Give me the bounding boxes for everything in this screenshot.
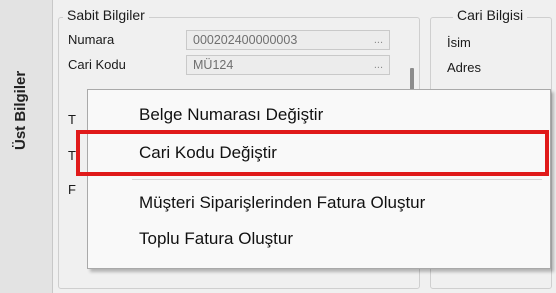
numara-label: Numara [68, 32, 115, 47]
cari-bilgisi-title: Cari Bilgisi [453, 7, 528, 23]
side-tab-label: Üst Bilgiler [12, 70, 29, 150]
scrollbar-thumb[interactable] [410, 68, 414, 90]
adres-label: Adres [447, 60, 481, 75]
menu-item-toplu-fatura-olustur[interactable]: Toplu Fatura Oluştur [88, 224, 550, 254]
menu-item-musteri-siparislerinden-fatura-olustur[interactable]: Müşteri Siparişlerinden Fatura Oluştur [88, 188, 550, 218]
side-tab-ust-bilgiler[interactable]: Üst Bilgiler [0, 0, 53, 293]
isim-label: İsim [447, 35, 471, 50]
menu-item-label: Toplu Fatura Oluştur [139, 229, 294, 248]
partial-label-2: T [68, 148, 76, 163]
cari-kodu-value: MÜ124 [193, 58, 234, 72]
menu-item-label: Belge Numarası Değiştir [139, 105, 324, 124]
sabit-bilgiler-title: Sabit Bilgiler [63, 7, 149, 23]
cari-kodu-lookup-button[interactable]: ... [374, 56, 383, 74]
numara-lookup-button[interactable]: ... [374, 31, 383, 49]
menu-item-label: Müşteri Siparişlerinden Fatura Oluştur [139, 193, 426, 212]
partial-label-3: F [68, 182, 76, 197]
context-menu: Belge Numarası Değiştir Cari Kodu Değişt… [87, 89, 551, 269]
menu-item-label: Cari Kodu Değiştir [139, 143, 277, 162]
menu-item-belge-numarasi-degistir[interactable]: Belge Numarası Değiştir [88, 100, 550, 130]
menu-separator [132, 179, 542, 180]
cari-kodu-field[interactable]: MÜ124 ... [186, 55, 390, 75]
partial-label-1: T [68, 112, 76, 127]
numara-field[interactable]: 000202400000003 ... [186, 30, 390, 50]
cari-kodu-label: Cari Kodu [68, 57, 126, 72]
numara-value: 000202400000003 [193, 33, 298, 47]
menu-item-cari-kodu-degistir[interactable]: Cari Kodu Değiştir [88, 138, 550, 168]
